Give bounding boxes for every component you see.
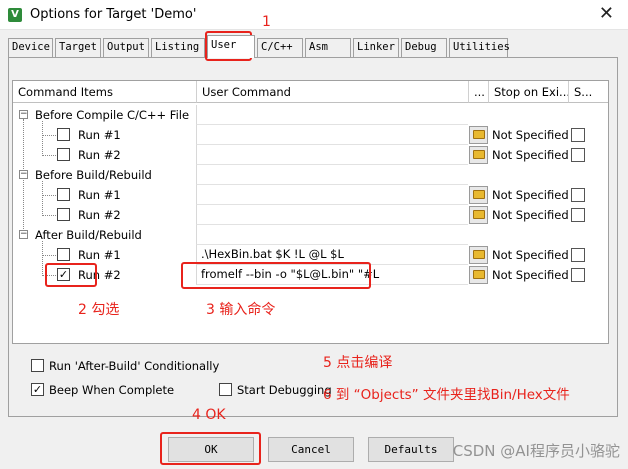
s-checkbox[interactable] <box>571 248 585 262</box>
stop-on-exit-select[interactable]: Not Specified <box>489 125 569 145</box>
collapse-icon[interactable]: − <box>19 170 28 179</box>
app-icon: V <box>8 8 22 22</box>
start-debugging-checkbox[interactable] <box>219 383 232 396</box>
run-label: Run #1 <box>78 248 121 262</box>
title-bar: V Options for Target 'Demo' ✕ <box>0 0 628 30</box>
stop-on-exit-select[interactable]: Not Specified <box>489 205 569 225</box>
run-after-build-checkbox[interactable] <box>31 359 44 372</box>
close-icon[interactable]: ✕ <box>599 4 614 24</box>
stop-on-exit-select[interactable]: Not Specified <box>489 265 569 285</box>
watermark: CSDN @AI程序员小骆驼 <box>452 442 620 460</box>
beep-checkbox[interactable]: ✓ <box>31 383 44 396</box>
run-label: Run #1 <box>78 188 121 202</box>
group-row: − Before Compile C/C++ File <box>13 105 608 125</box>
run-label: Run #2 <box>78 208 121 222</box>
stop-on-exit-select[interactable]: Not Specified <box>489 245 569 265</box>
tab-linker[interactable]: Linker <box>353 38 399 57</box>
run-checkbox[interactable] <box>57 248 70 261</box>
empty-cell <box>196 225 468 245</box>
empty-cell <box>196 105 468 125</box>
tree-line <box>42 215 56 216</box>
header-command-items[interactable]: Command Items <box>13 81 197 103</box>
browse-folder-icon[interactable] <box>469 126 488 144</box>
annotation-step-6: 6 到 “Objects” 文件夹里找Bin/Hex文件 <box>323 387 570 403</box>
run-label: Run #1 <box>78 128 121 142</box>
user-command-input[interactable] <box>196 205 468 225</box>
header-s[interactable]: S... <box>569 81 608 103</box>
user-command-input[interactable] <box>196 185 468 205</box>
run-after-build-label: Run 'After-Build' Conditionally <box>49 359 220 373</box>
tab-asm[interactable]: Asm <box>305 38 351 57</box>
tab-debug[interactable]: Debug <box>401 38 447 57</box>
annotation-step-4: 4 OK <box>192 407 226 423</box>
cancel-button[interactable]: Cancel <box>268 437 354 462</box>
start-debugging-option[interactable]: Start Debugging <box>219 383 339 397</box>
s-checkbox[interactable] <box>571 268 585 282</box>
browse-folder-icon[interactable] <box>469 206 488 224</box>
tree-line <box>42 195 56 196</box>
annotation-step-2: 2 勾选 <box>78 302 120 318</box>
annotation-box-run2 <box>45 263 97 287</box>
user-command-input[interactable] <box>196 145 468 165</box>
defaults-button[interactable]: Defaults <box>368 437 454 462</box>
group-row: − Before Build/Rebuild <box>13 165 608 185</box>
collapse-icon[interactable]: − <box>19 110 28 119</box>
header-user-command[interactable]: User Command <box>197 81 469 103</box>
run-checkbox[interactable] <box>57 148 70 161</box>
run-checkbox[interactable] <box>57 208 70 221</box>
annotation-step-5: 5 点击编译 <box>323 355 393 371</box>
run-checkbox[interactable] <box>57 128 70 141</box>
beep-label: Beep When Complete <box>49 383 175 397</box>
stop-on-exit-select[interactable]: Not Specified <box>489 145 569 165</box>
stop-on-exit-select[interactable]: Not Specified <box>489 185 569 205</box>
run-checkbox[interactable] <box>57 188 70 201</box>
run-label: Run #2 <box>78 148 121 162</box>
tab-target[interactable]: Target <box>55 38 101 57</box>
tab-cpp[interactable]: C/C++ <box>257 38 303 57</box>
annotation-step-3: 3 输入命令 <box>206 302 276 318</box>
tab-user[interactable]: User <box>207 35 255 58</box>
annotation-box-ok <box>160 432 261 465</box>
browse-folder-icon[interactable] <box>469 246 488 264</box>
run-after-build-option[interactable]: Run 'After-Build' Conditionally <box>31 359 231 373</box>
tab-listing[interactable]: Listing <box>151 38 205 57</box>
s-checkbox[interactable] <box>571 208 585 222</box>
tab-utilities[interactable]: Utilities <box>449 38 510 57</box>
tab-output[interactable]: Output <box>103 38 149 57</box>
group-label: Before Build/Rebuild <box>35 168 152 182</box>
tree-line <box>42 135 56 136</box>
empty-cell <box>196 165 468 185</box>
user-command-input[interactable] <box>196 125 468 145</box>
group-row: − After Build/Rebuild <box>13 225 608 245</box>
s-checkbox[interactable] <box>571 188 585 202</box>
header-stop-on-exit[interactable]: Stop on Exi... <box>489 81 569 103</box>
group-label: After Build/Rebuild <box>35 228 142 242</box>
browse-folder-icon[interactable] <box>469 146 488 164</box>
annotation-step-1: 1 <box>262 14 271 30</box>
table-row: Run #2 Not Specified <box>13 145 608 165</box>
tree-line <box>42 255 56 256</box>
tab-device[interactable]: Device <box>8 38 53 57</box>
group-label: Before Compile C/C++ File <box>35 108 190 122</box>
table-row: Run #1 Not Specified <box>13 125 608 145</box>
browse-folder-icon[interactable] <box>469 266 488 284</box>
browse-folder-icon[interactable] <box>469 186 488 204</box>
s-checkbox[interactable] <box>571 128 585 142</box>
header-browse[interactable]: ... <box>469 81 489 103</box>
beep-option[interactable]: ✓ Beep When Complete <box>31 383 191 397</box>
window-title: Options for Target 'Demo' <box>30 7 197 22</box>
table-row: Run #2 Not Specified <box>13 205 608 225</box>
annotation-box-command <box>181 262 371 289</box>
tree-line <box>42 155 56 156</box>
start-debugging-label: Start Debugging <box>237 383 332 397</box>
s-checkbox[interactable] <box>571 148 585 162</box>
collapse-icon[interactable]: − <box>19 230 28 239</box>
table-row: Run #1 Not Specified <box>13 185 608 205</box>
